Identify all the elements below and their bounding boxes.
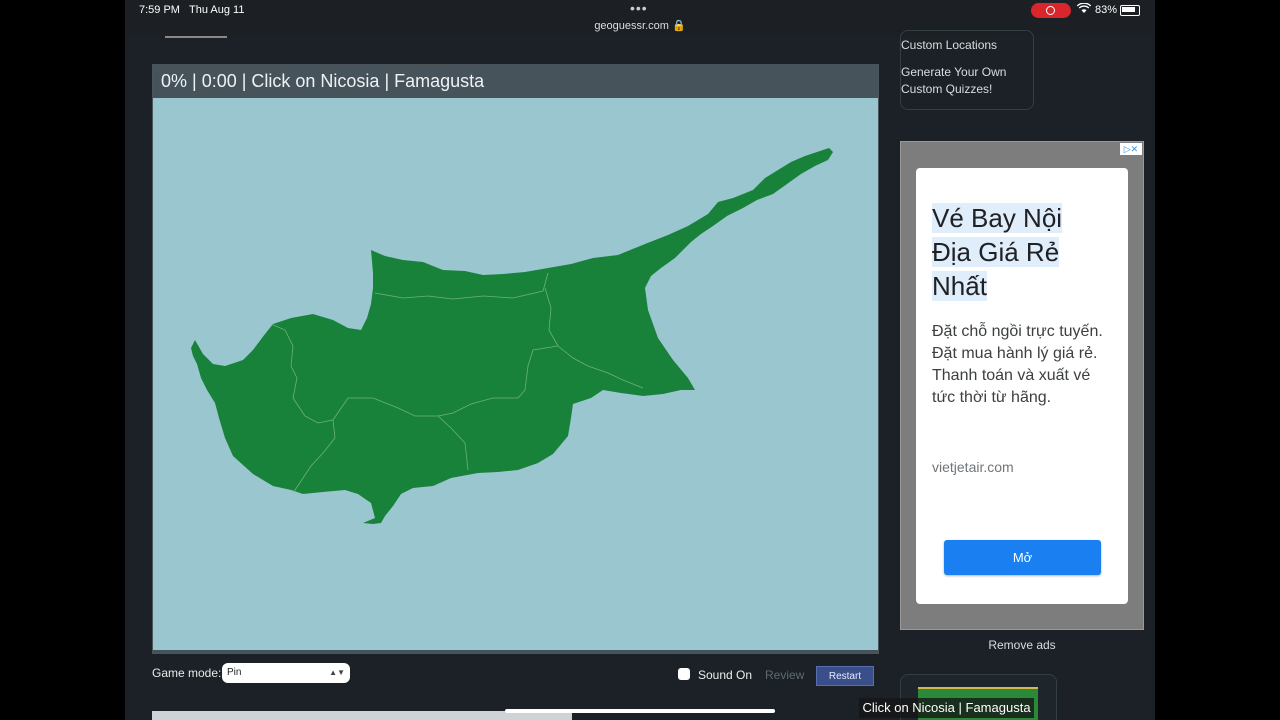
status-date: Thu Aug 11 bbox=[189, 4, 245, 16]
map-bottom-border bbox=[153, 650, 878, 653]
game-mode-select[interactable]: Pin ▲▼ bbox=[222, 663, 350, 683]
ipad-screen: 7:59 PM Thu Aug 11 ••• geoguessr.com 🔒 8… bbox=[125, 0, 1155, 720]
game-mode-label: Game mode: bbox=[152, 666, 222, 680]
home-indicator[interactable] bbox=[505, 709, 775, 713]
status-time: 7:59 PM bbox=[139, 4, 180, 16]
ad-close-icon[interactable]: ▷✕ bbox=[1120, 143, 1142, 155]
battery-icon bbox=[1120, 5, 1140, 16]
generate-quizzes-link-line1[interactable]: Generate Your Own bbox=[901, 64, 1006, 81]
ad-title-line: Nhất bbox=[932, 271, 987, 301]
caption-overlay: Click on Nicosia | Famagusta bbox=[859, 698, 1034, 718]
ad-title-line: Địa Giá Rẻ bbox=[932, 237, 1060, 267]
quiz-header: 0% | 0:00 | Click on Nicosia | Famagusta bbox=[153, 65, 878, 98]
ad-domain: vietjetair.com bbox=[932, 459, 1014, 475]
generate-quizzes-link-line2[interactable]: Custom Quizzes! bbox=[901, 81, 992, 98]
multitask-dots[interactable]: ••• bbox=[630, 0, 648, 16]
battery-percent: 83% bbox=[1095, 4, 1118, 16]
game-mode-value: Pin bbox=[227, 667, 242, 678]
quiz-map-panel: 0% | 0:00 | Click on Nicosia | Famagusta bbox=[152, 64, 879, 654]
ad-title-line: Vé Bay Nội bbox=[932, 203, 1063, 233]
cyprus-map[interactable] bbox=[153, 98, 878, 650]
ad-card[interactable]: Vé Bay Nội Địa Giá Rẻ Nhất Đặt chỗ ngồi … bbox=[916, 168, 1128, 604]
wifi-icon bbox=[1076, 2, 1092, 17]
ad-panel: ▷✕ Vé Bay Nội Địa Giá Rẻ Nhất Đặt chỗ ng… bbox=[900, 141, 1144, 630]
chevron-updown-icon: ▲▼ bbox=[329, 668, 345, 677]
remove-ads-link[interactable]: Remove ads bbox=[900, 638, 1144, 652]
screen-record-icon[interactable] bbox=[1031, 3, 1071, 18]
quiz-controls: Game mode: Pin ▲▼ Sound On Review Restar… bbox=[152, 660, 882, 690]
cyprus-landmass[interactable] bbox=[191, 148, 833, 524]
custom-locations-link[interactable]: Custom Locations bbox=[901, 37, 997, 54]
sound-label[interactable]: Sound On bbox=[698, 668, 752, 682]
review-button: Review bbox=[765, 668, 805, 682]
restart-button[interactable]: Restart bbox=[816, 666, 874, 686]
tab-underline bbox=[165, 36, 227, 38]
sound-checkbox[interactable] bbox=[678, 668, 690, 680]
ad-body: Đặt chỗ ngồi trực tuyến. Đặt mua hành lý… bbox=[932, 323, 1103, 406]
ad-open-button[interactable]: Mở bbox=[944, 540, 1101, 575]
ad-title: Vé Bay Nội Địa Giá Rẻ Nhất bbox=[932, 201, 1112, 303]
